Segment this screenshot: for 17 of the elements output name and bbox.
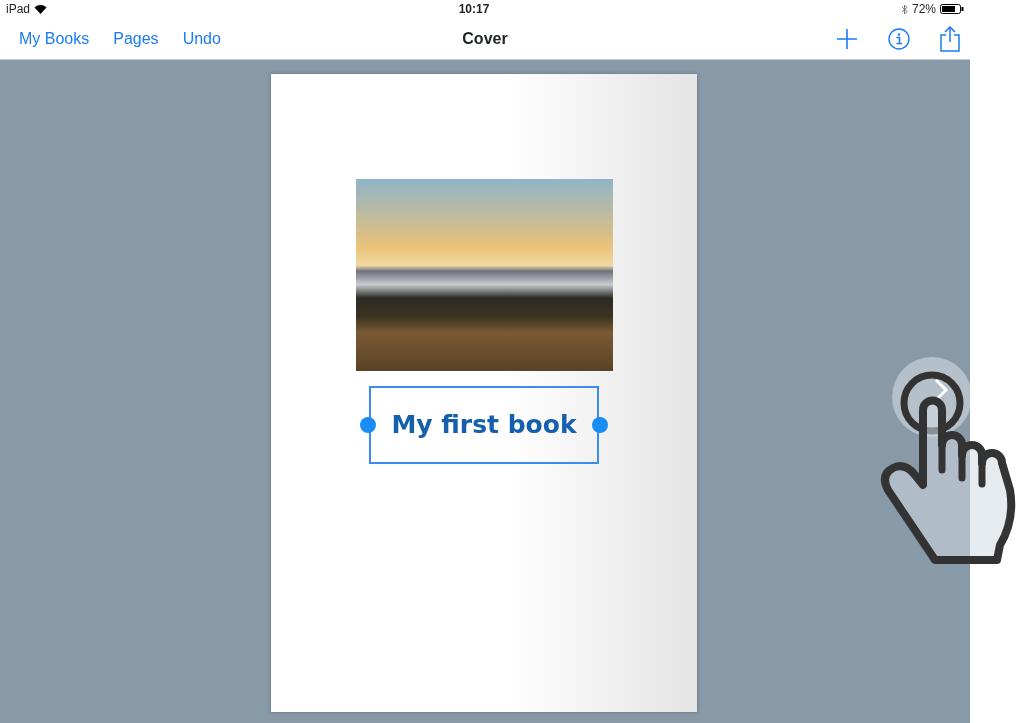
resize-handle[interactable]: [360, 416, 376, 433]
nav-button[interactable]: Undo: [182, 26, 221, 51]
nav-title: Cover: [462, 29, 508, 47]
device-name: iPad: [6, 1, 31, 18]
info-button[interactable]: [888, 27, 910, 50]
battery-percent: 72%: [912, 1, 936, 18]
resize-handle[interactable]: [592, 416, 608, 433]
add-button[interactable]: [836, 27, 858, 50]
wifi-icon: [34, 4, 48, 14]
battery-icon: [940, 4, 964, 14]
bluetooth-icon: [901, 3, 908, 15]
book-title: My first book: [391, 409, 577, 442]
share-button[interactable]: [940, 25, 960, 52]
nav-button[interactable]: My Books: [19, 26, 90, 51]
clock-time: 10:17: [458, 1, 490, 18]
nav-button[interactable]: Pages: [113, 26, 159, 51]
title-text-box[interactable]: My first book: [369, 386, 599, 464]
